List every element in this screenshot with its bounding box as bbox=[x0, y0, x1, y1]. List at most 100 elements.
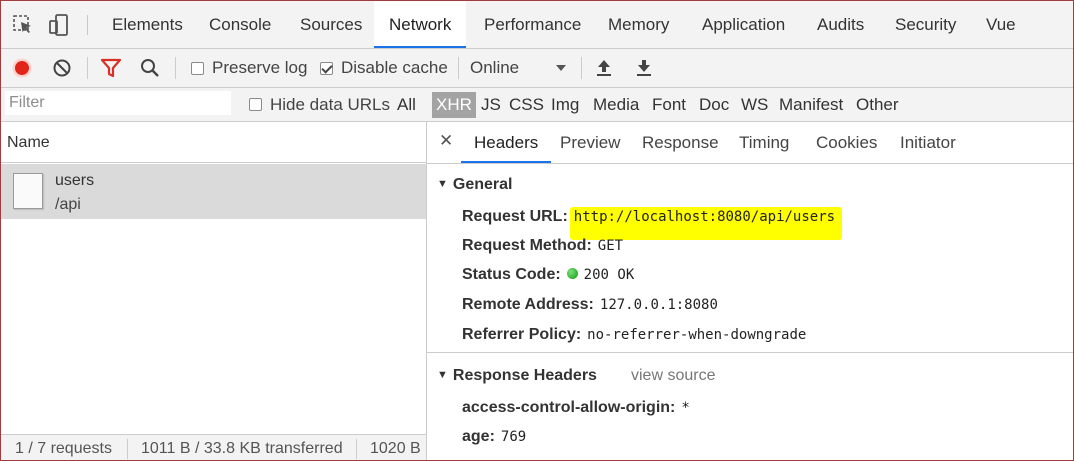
tab-console[interactable]: Console bbox=[194, 1, 286, 48]
resource-size: 1020 B bbox=[370, 440, 421, 457]
close-icon[interactable]: ✕ bbox=[439, 131, 453, 151]
request-method-value: GET bbox=[597, 238, 624, 254]
request-path: /api bbox=[55, 196, 81, 213]
request-url-row: Request URL: http://localhost:8080/api/us… bbox=[462, 208, 835, 226]
filter-toggle-button[interactable] bbox=[100, 49, 122, 87]
devtools-tabbar: Elements Console Sources Network Perform… bbox=[1, 1, 1073, 49]
tab-vue[interactable]: Vue bbox=[971, 1, 1031, 48]
tab-application[interactable]: Application bbox=[687, 1, 800, 48]
chevron-down-icon bbox=[556, 65, 567, 71]
referrer-policy-label: Referrer Policy: bbox=[462, 326, 582, 343]
network-summary-bar: 1 / 7 requests 1011 B / 33.8 KB transfer… bbox=[1, 434, 426, 460]
throttling-select[interactable]: Online bbox=[470, 49, 567, 87]
throttling-value: Online bbox=[470, 58, 520, 77]
toolbar-separator bbox=[458, 57, 459, 79]
tab-audits[interactable]: Audits bbox=[802, 1, 879, 48]
remote-address-label: Remote Address: bbox=[462, 296, 594, 313]
tab-elements[interactable]: Elements bbox=[97, 1, 198, 48]
response-header-key: access-control-allow-origin: bbox=[462, 399, 676, 416]
filter-type-img[interactable]: Img bbox=[548, 88, 582, 121]
filter-type-all[interactable]: All bbox=[394, 88, 419, 121]
preserve-log-checkbox[interactable]: Preserve log bbox=[191, 49, 307, 87]
search-button[interactable] bbox=[139, 49, 161, 87]
tab-performance[interactable]: Performance bbox=[469, 1, 596, 48]
disable-cache-box[interactable] bbox=[320, 61, 333, 75]
toolbar-separator bbox=[175, 57, 176, 79]
tab-response[interactable]: Response bbox=[629, 122, 732, 163]
response-header-row: age: 769 bbox=[462, 428, 526, 446]
filter-type-css[interactable]: CSS bbox=[506, 88, 547, 121]
summary-separator bbox=[356, 439, 357, 459]
tab-initiator[interactable]: Initiator bbox=[887, 122, 969, 163]
preserve-log-box[interactable] bbox=[191, 61, 204, 75]
filter-type-xhr[interactable]: XHR bbox=[432, 92, 476, 118]
status-code-value: 200 OK bbox=[583, 267, 635, 283]
general-section-toggle[interactable]: ▼ General bbox=[437, 176, 512, 194]
response-header-value: 769 bbox=[500, 429, 527, 445]
request-method-label: Request Method: bbox=[462, 237, 592, 254]
hide-data-urls-label: Hide data URLs bbox=[270, 94, 391, 114]
name-column-header[interactable]: Name bbox=[1, 122, 426, 163]
remote-address-value: 127.0.0.1:8080 bbox=[599, 297, 718, 313]
filter-type-other[interactable]: Other bbox=[853, 88, 902, 121]
export-har-button[interactable] bbox=[635, 49, 653, 87]
filter-type-ws[interactable]: WS bbox=[738, 88, 771, 121]
summary-separator bbox=[127, 439, 128, 459]
tab-sources[interactable]: Sources bbox=[285, 1, 377, 48]
section-divider bbox=[427, 352, 1073, 353]
response-header-value: * bbox=[681, 400, 690, 416]
filter-type-js[interactable]: JS bbox=[478, 88, 504, 121]
filter-type-font[interactable]: Font bbox=[649, 88, 689, 121]
toolbar-separator bbox=[581, 57, 582, 79]
disable-cache-checkbox[interactable]: Disable cache bbox=[320, 49, 448, 87]
device-toolbar-icon[interactable] bbox=[47, 13, 71, 37]
filter-bar: Hide data URLs All XHR JS CSS Img Media … bbox=[1, 88, 1073, 122]
devtools-window: Elements Console Sources Network Perform… bbox=[0, 0, 1074, 461]
transferred-size: 1011 B / 33.8 KB transferred bbox=[141, 440, 343, 457]
request-count: 1 / 7 requests bbox=[15, 440, 112, 457]
record-icon bbox=[12, 58, 32, 78]
tab-headers[interactable]: Headers bbox=[461, 122, 552, 163]
tab-preview[interactable]: Preview bbox=[547, 122, 633, 163]
request-url-value: http://localhost:8080/api/users bbox=[573, 209, 836, 225]
tab-timing[interactable]: Timing bbox=[726, 122, 802, 163]
hide-data-urls-checkbox[interactable]: Hide data URLs bbox=[249, 88, 390, 121]
status-ok-icon bbox=[566, 268, 578, 279]
hide-data-urls-box[interactable] bbox=[249, 98, 262, 111]
toolbar-separator bbox=[87, 57, 88, 79]
request-url-label: Request URL: bbox=[462, 208, 568, 225]
filter-type-manifest[interactable]: Manifest bbox=[776, 88, 846, 121]
upload-icon bbox=[597, 60, 611, 76]
filter-input[interactable] bbox=[5, 91, 231, 115]
clear-icon bbox=[53, 59, 71, 77]
remote-address-row: Remote Address: 127.0.0.1:8080 bbox=[462, 296, 718, 314]
tab-security[interactable]: Security bbox=[880, 1, 971, 48]
request-details: ✕ Headers Preview Response Timing Cookie… bbox=[427, 122, 1073, 460]
tab-cookies[interactable]: Cookies bbox=[803, 122, 890, 163]
network-toolbar: Preserve log Disable cache Online bbox=[1, 49, 1073, 88]
response-headers-section-toggle[interactable]: ▼ Response Headers bbox=[437, 367, 597, 385]
status-code-row: Status Code: 200 OK bbox=[462, 266, 634, 284]
preserve-log-label: Preserve log bbox=[212, 58, 308, 77]
view-source-link[interactable]: view source bbox=[631, 367, 715, 385]
detail-tabbar: ✕ Headers Preview Response Timing Cookie… bbox=[427, 122, 1073, 164]
document-icon bbox=[13, 173, 43, 209]
table-row[interactable]: users /api bbox=[1, 164, 426, 219]
clear-button[interactable] bbox=[52, 49, 72, 87]
referrer-policy-value: no-referrer-when-downgrade bbox=[587, 327, 807, 343]
request-list: Name users /api 1 / 7 requests 1011 B / … bbox=[1, 122, 427, 460]
tab-network[interactable]: Network bbox=[374, 1, 467, 48]
response-headers-title: Response Headers bbox=[452, 367, 597, 384]
filter-type-doc[interactable]: Doc bbox=[696, 88, 732, 121]
request-name: users bbox=[55, 172, 95, 189]
search-icon bbox=[141, 59, 159, 77]
download-icon bbox=[637, 60, 651, 76]
filter-type-media[interactable]: Media bbox=[590, 88, 642, 121]
request-method-row: Request Method: GET bbox=[462, 237, 623, 255]
referrer-policy-row: Referrer Policy: no-referrer-when-downgra… bbox=[462, 326, 806, 344]
inspect-element-icon[interactable] bbox=[11, 13, 35, 37]
record-button[interactable] bbox=[11, 49, 33, 87]
tab-memory[interactable]: Memory bbox=[593, 1, 684, 48]
triangle-down-icon: ▼ bbox=[437, 178, 448, 190]
import-har-button[interactable] bbox=[595, 49, 613, 87]
